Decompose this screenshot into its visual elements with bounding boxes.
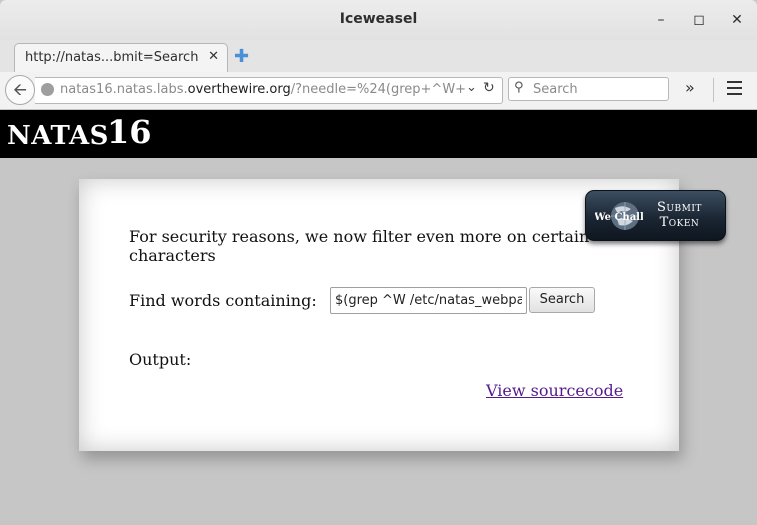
submit-token-label: Submit Token [657,200,702,230]
submit-label: Submit [657,200,702,215]
minimize-icon[interactable]: – [651,10,671,30]
wechall-submit-token-button[interactable]: We Chall Submit Token [585,190,726,241]
toolbar-separator [713,78,714,102]
url-domain: overthewire.org [187,82,291,97]
banner-level-number: 16 [107,113,152,151]
token-label: Token [659,215,700,230]
needle-input[interactable] [330,287,527,314]
menu-icon[interactable] [727,81,742,99]
search-icon: ⚲ [514,80,524,95]
title-bar: Iceweasel – ◻ ✕ [0,0,757,40]
output-label: Output: [129,350,192,369]
url-prefix: natas16.natas.labs. [60,82,188,97]
wechall-globe-logo: We Chall [595,202,643,230]
globe-icon [41,83,54,96]
url-suffix: /?needle=%24(grep+^W+ [290,82,467,97]
banner-title: NATAS [7,121,109,151]
new-tab-icon[interactable]: ✚ [234,46,249,67]
search-input[interactable]: ⚲ Search [508,77,669,101]
close-icon[interactable]: ✕ [727,10,747,30]
browser-window: Iceweasel – ◻ ✕ http://natas...bmit=Sear… [0,0,757,525]
tab-strip: http://natas...bmit=Search ✕ ✚ [0,40,757,73]
maximize-icon[interactable]: ◻ [689,10,709,30]
page-viewport: NATAS 16 For security reasons, we now fi… [0,110,757,525]
window-title: Iceweasel [339,11,418,27]
tab-close-icon[interactable]: ✕ [208,49,219,64]
view-sourcecode-link[interactable]: View sourcecode [486,381,623,400]
back-arrow-icon[interactable]: 🡨 [5,75,35,105]
reload-icon[interactable]: ↻ [483,80,495,96]
wechall-logo-text: We Chall [595,212,643,223]
navigation-bar: 🡨 natas16.natas.labs.overthewire.org/?ne… [0,72,757,110]
search-placeholder: Search [533,82,578,97]
tab-label: http://natas...bmit=Search [25,50,199,65]
overflow-chevron-icon[interactable]: » [685,78,695,97]
url-bar[interactable]: natas16.natas.labs.overthewire.org/?need… [35,77,503,104]
find-words-label: Find words containing: [129,291,317,310]
tab-active[interactable]: http://natas...bmit=Search ✕ [14,43,228,73]
chevron-down-icon[interactable]: ⌄ [466,80,477,95]
search-button[interactable]: Search [529,287,595,313]
site-banner: NATAS 16 [0,110,757,158]
intro-text: For security reasons, we now filter even… [129,227,590,265]
url-text[interactable]: natas16.natas.labs.overthewire.org/?need… [60,82,466,97]
